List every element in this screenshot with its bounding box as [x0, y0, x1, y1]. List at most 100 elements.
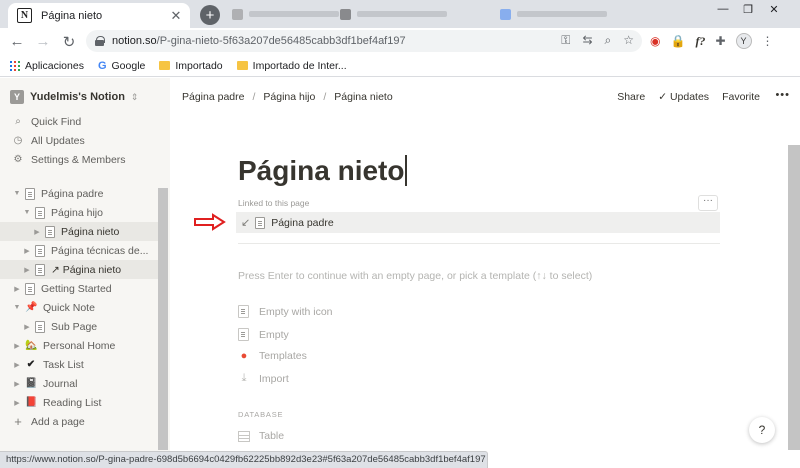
template-label: Templates — [259, 350, 307, 362]
main-scrollbar[interactable] — [788, 145, 800, 450]
sidebar-page-task-list[interactable]: ▶ ✔ Task List — [0, 355, 158, 374]
maximize-icon[interactable]: ❐ — [740, 3, 756, 17]
address-bar[interactable]: notion.so/P-gina-nieto-5f63a207de56485ca… — [86, 30, 642, 52]
sidebar-page-journal[interactable]: ▶ 📓 Journal — [0, 374, 158, 393]
sidebar-item-label: All Updates — [31, 134, 85, 147]
linked-more-button[interactable]: ··· — [698, 195, 718, 211]
backlink-label: Página padre — [271, 216, 334, 229]
sidebar-page-pagina-nieto[interactable]: ▶ Página nieto — [0, 222, 158, 241]
template-templates[interactable]: ● Templates — [238, 350, 307, 362]
browser-toolbar: ← → ↻ notion.so/P-gina-nieto-5f63a207de5… — [0, 28, 800, 55]
zoom-icon[interactable]: ⌕ — [605, 33, 612, 48]
template-empty[interactable]: Empty — [238, 328, 289, 341]
browser-tab-active[interactable]: N Página nieto ✕ — [8, 3, 190, 28]
template-label: Table — [259, 430, 285, 442]
more-options-icon[interactable]: ••• — [775, 89, 790, 101]
extensions-puzzle-icon[interactable]: ✚ — [715, 34, 725, 48]
updates-button[interactable]: ✓ Updates — [658, 91, 709, 103]
check-icon: ✔ — [26, 359, 36, 370]
toggle-right-icon[interactable]: ▶ — [32, 228, 42, 236]
sidebar-item-label: Sub Page — [51, 320, 98, 333]
backlink-item[interactable]: ↙ Página padre — [236, 212, 720, 233]
tab-title-placeholder — [517, 11, 607, 17]
sidebar-item-label: Página técnicas de... — [51, 244, 149, 257]
sidebar-settings-members[interactable]: ⚙ Settings & Members — [0, 150, 158, 169]
toggle-right-icon[interactable]: ▶ — [22, 247, 32, 255]
toggle-right-icon[interactable]: ▶ — [22, 266, 32, 274]
share-button[interactable]: Share — [617, 91, 645, 103]
sidebar-page-getting-started[interactable]: ▶ Getting Started — [0, 279, 158, 298]
browser-menu-icon[interactable]: ⋮ — [762, 34, 774, 48]
page-icon — [25, 187, 35, 200]
translate-icon[interactable]: ⇆ — [582, 33, 592, 48]
workspace-switcher[interactable]: Y Yudelmis's Notion ⇕ — [10, 90, 138, 104]
star-icon[interactable]: ☆ — [623, 33, 634, 48]
toggle-right-icon[interactable]: ▶ — [12, 361, 22, 369]
sidebar-page-personal-home[interactable]: ▶ 🏡 Personal Home — [0, 336, 158, 355]
page-title[interactable]: Página nieto — [238, 155, 407, 187]
sidebar-page-pagina-tecnicas[interactable]: ▶ Página técnicas de... — [0, 241, 158, 260]
sidebar-page-sub-page[interactable]: ▶ Sub Page — [0, 317, 158, 336]
sidebar-item-label: Task List — [43, 358, 84, 371]
table-icon — [238, 430, 250, 442]
minimize-icon[interactable]: — — [715, 3, 731, 17]
url-path: /P-gina-nieto-5f63a207de56485cabb3df1bef… — [156, 35, 406, 47]
toggle-right-icon[interactable]: ▶ — [12, 342, 22, 350]
notion-sidebar: Y Yudelmis's Notion ⇕ ⌕ Quick Find ◷ All… — [0, 78, 170, 451]
background-tab[interactable] — [232, 6, 339, 22]
page-icon — [35, 206, 45, 219]
toggle-right-icon[interactable]: ▶ — [12, 399, 22, 407]
bookmark-folder-importado-inter[interactable]: Importado de Inter... — [236, 60, 347, 72]
profile-avatar[interactable]: Y — [735, 33, 752, 49]
background-tab[interactable] — [340, 6, 447, 22]
text-caret — [405, 155, 407, 186]
sidebar-page-reading-list[interactable]: ▶ 📕 Reading List — [0, 393, 158, 412]
new-tab-button[interactable]: + — [200, 5, 220, 25]
divider — [238, 243, 720, 244]
forward-arrow-icon[interactable]: → — [32, 33, 54, 50]
extension-lock-icon[interactable]: 🔒 — [670, 34, 685, 48]
breadcrumb-item[interactable]: Página hijo — [263, 91, 315, 103]
extension-fx-icon[interactable]: f? — [695, 34, 705, 49]
help-button[interactable]: ? — [749, 417, 775, 443]
sidebar-page-linked-pagina-nieto[interactable]: ▶ ↗ Página nieto — [0, 260, 158, 279]
breadcrumb-item[interactable]: Página padre — [182, 91, 244, 103]
tab-close-icon[interactable]: ✕ — [168, 8, 184, 24]
toggle-down-icon[interactable]: ▼ — [22, 209, 32, 216]
background-tab[interactable] — [500, 6, 607, 22]
template-empty-with-icon[interactable]: Empty with icon — [238, 305, 333, 318]
sidebar-scrollbar[interactable] — [158, 188, 168, 450]
toggle-right-icon[interactable]: ▶ — [22, 323, 32, 331]
sidebar-page-pagina-padre[interactable]: ▼ Página padre — [0, 184, 158, 203]
page-title-text: Página nieto — [238, 155, 405, 186]
sidebar-page-quick-note[interactable]: ▼ 📌 Quick Note — [0, 298, 158, 317]
extension-adblock-icon[interactable]: ◉ — [650, 34, 660, 48]
toggle-down-icon[interactable]: ▼ — [12, 190, 22, 197]
sidebar-quick-find[interactable]: ⌕ Quick Find — [0, 112, 158, 131]
breadcrumb-item[interactable]: Página nieto — [334, 91, 392, 103]
bookmark-google[interactable]: G Google — [98, 60, 145, 72]
toggle-right-icon[interactable]: ▶ — [12, 380, 22, 388]
window-close-icon[interactable]: ✕ — [766, 3, 782, 17]
favorite-button[interactable]: Favorite — [722, 91, 760, 103]
toggle-down-icon[interactable]: ▼ — [12, 304, 22, 311]
template-label: Empty — [259, 328, 289, 341]
reload-icon[interactable]: ↻ — [58, 33, 80, 51]
red-arrow-annotation-icon — [194, 213, 226, 231]
key-icon[interactable]: ⚿ — [561, 33, 570, 48]
database-table[interactable]: Table — [238, 430, 284, 442]
search-icon: ⌕ — [15, 116, 21, 127]
sidebar-add-page[interactable]: + Add a page — [0, 412, 158, 431]
sidebar-item-label: Getting Started — [41, 282, 112, 295]
browser-tab-strip: N Página nieto ✕ + — ❐ ✕ — [0, 0, 800, 28]
back-arrow-icon[interactable]: ← — [6, 33, 28, 50]
bookmark-apps[interactable]: Aplicaciones — [10, 60, 84, 72]
sidebar-page-pagina-hijo[interactable]: ▼ Página hijo — [0, 203, 158, 222]
toggle-right-icon[interactable]: ▶ — [12, 285, 22, 293]
bookmark-folder-importado[interactable]: Importado — [159, 60, 223, 72]
sidebar-all-updates[interactable]: ◷ All Updates — [0, 131, 158, 150]
template-import[interactable]: ⤓ Import — [238, 372, 289, 385]
sidebar-item-label: Personal Home — [43, 339, 116, 352]
breadcrumb-separator: / — [252, 91, 256, 103]
sidebar-item-label: Página padre — [41, 187, 104, 200]
